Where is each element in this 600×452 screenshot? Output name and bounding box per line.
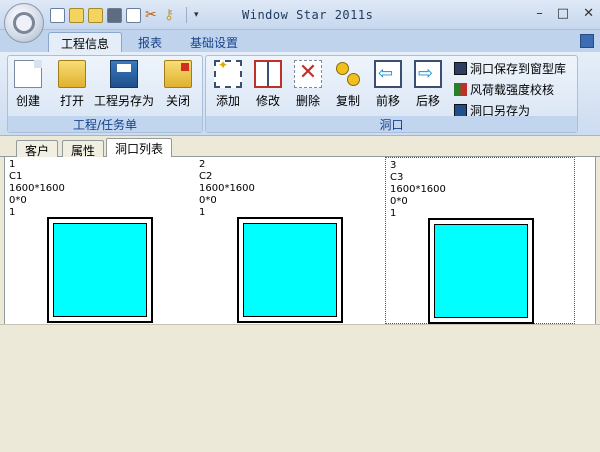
move-forward-label: 前移 [375, 94, 400, 108]
edit-opening-button[interactable]: 修改 [254, 60, 282, 109]
save-icon [454, 62, 467, 75]
move-right-icon [414, 60, 442, 88]
open-folder-icon[interactable] [69, 7, 84, 23]
create-label: 创建 [15, 94, 40, 108]
glass-pane [53, 223, 147, 317]
opening-list-panel: 1 C1 1600*1600 0*0 1 2 C2 1600*1600 0*0 … [4, 157, 596, 324]
app-logo-icon [13, 12, 35, 34]
move-forward-button[interactable]: 前移 [374, 60, 402, 109]
opening-size: 1600*1600 [390, 184, 446, 195]
opening-index: 1 [9, 159, 16, 170]
open-folder-icon [58, 60, 86, 88]
opening-offset: 0*0 [199, 195, 217, 206]
calculator-icon[interactable] [107, 7, 122, 23]
window-frame-drawing [47, 217, 153, 323]
add-window-icon [214, 58, 242, 88]
move-left-icon [374, 60, 402, 88]
tab-opening-list[interactable]: 洞口列表 [106, 138, 173, 157]
opening-code: C1 [9, 171, 23, 182]
opening-offset: 0*0 [390, 196, 408, 207]
delete-opening-button[interactable]: ✕ 删除 [294, 60, 322, 109]
window-title: Window Star 2011s [242, 8, 374, 22]
open-label: 打开 [59, 94, 84, 108]
opening-index: 3 [390, 160, 397, 171]
empty-workspace [0, 324, 600, 452]
glass-pane [243, 223, 337, 317]
opening-offset: 0*0 [9, 195, 27, 206]
quick-access-toolbar: ✂ ⚷ ▾ [50, 6, 199, 24]
save-as-icon [110, 60, 138, 88]
project-group: 创建 打开 工程另存为 关闭 工程/任务单 [7, 55, 203, 133]
toolbar-separator [186, 7, 187, 23]
edit-window-icon [254, 60, 282, 88]
save-project-as-button[interactable]: 工程另存为 [94, 60, 154, 109]
copy-icon [334, 60, 362, 88]
close-folder-icon [164, 60, 192, 88]
opening-quantity: 1 [9, 207, 16, 218]
save-project-as-label: 工程另存为 [94, 94, 155, 108]
close-button[interactable]: ✕ [583, 6, 594, 21]
document-tab-bar: 客户 属性 洞口列表 [0, 137, 600, 158]
copy-label: 复制 [335, 94, 360, 108]
close-project-button[interactable]: 关闭 [164, 60, 192, 109]
glass-pane [434, 224, 528, 318]
add-label: 添加 [215, 94, 240, 108]
delete-label: 删除 [295, 94, 320, 108]
edit-label: 修改 [255, 94, 280, 108]
move-backward-label: 后移 [415, 94, 440, 108]
window-controls: – □ ✕ [536, 6, 594, 21]
save-opening-to-library-button[interactable]: 洞口保存到窗型库 [454, 60, 566, 77]
tab-project-info[interactable]: 工程信息 [48, 32, 123, 52]
opening-group: 添加 修改 ✕ 删除 复制 前移 后移 洞口保存到窗型库 风荷载强度校核 [205, 55, 578, 133]
opening-quantity: 1 [199, 207, 206, 218]
key-icon[interactable]: ⚷ [164, 8, 179, 23]
tab-basic-settings[interactable]: 基础设置 [178, 32, 250, 52]
new-file-icon[interactable] [50, 7, 65, 23]
opening-size: 1600*1600 [9, 183, 65, 194]
window-frame-drawing [237, 217, 343, 323]
opening-card[interactable]: 2 C2 1600*1600 0*0 1 [195, 157, 385, 324]
move-backward-button[interactable]: 后移 [414, 60, 442, 109]
tab-reports[interactable]: 报表 [126, 32, 174, 52]
maximize-button[interactable]: □ [557, 6, 569, 21]
tools-icon[interactable]: ✂ [145, 8, 160, 23]
print-preview-icon[interactable] [126, 7, 141, 23]
wind-load-icon [454, 83, 467, 96]
help-icon[interactable] [580, 34, 594, 48]
minimize-button[interactable]: – [536, 6, 543, 21]
ribbon-tab-bar: 工程信息 报表 基础设置 [0, 30, 600, 52]
wind-load-check-label: 风荷载强度校核 [470, 83, 555, 97]
add-opening-button[interactable]: 添加 [214, 58, 242, 109]
opening-group-label: 洞口 [206, 116, 577, 132]
project-group-label: 工程/任务单 [8, 116, 202, 132]
wind-load-check-button[interactable]: 风荷载强度校核 [454, 81, 554, 98]
open-button[interactable]: 打开 [58, 60, 86, 109]
opening-size: 1600*1600 [199, 183, 255, 194]
delete-icon: ✕ [294, 60, 322, 88]
title-bar: ✂ ⚷ ▾ Window Star 2011s – □ ✕ [0, 0, 600, 30]
opening-index: 2 [199, 159, 206, 170]
tab-customer[interactable]: 客户 [16, 140, 59, 158]
window-frame-drawing [428, 218, 534, 324]
ribbon-panel: 创建 打开 工程另存为 关闭 工程/任务单 添加 修改 ✕ 删除 [0, 52, 600, 136]
create-button[interactable]: 创建 [14, 60, 42, 109]
customize-toolbar-dropdown[interactable]: ▾ [194, 10, 199, 20]
opening-code: C2 [199, 171, 213, 182]
application-menu-button[interactable] [4, 3, 44, 43]
opening-card[interactable]: 1 C1 1600*1600 0*0 1 [5, 157, 195, 324]
close-project-label: 关闭 [165, 94, 190, 108]
report-icon[interactable] [88, 7, 103, 23]
new-document-icon [14, 60, 42, 88]
tab-properties[interactable]: 属性 [62, 140, 105, 158]
copy-opening-button[interactable]: 复制 [334, 60, 362, 109]
opening-code: C3 [390, 172, 404, 183]
save-opening-to-library-label: 洞口保存到窗型库 [470, 62, 567, 76]
opening-card-selected[interactable]: 3 C3 1600*1600 0*0 1 [385, 157, 575, 324]
opening-quantity: 1 [390, 208, 397, 219]
